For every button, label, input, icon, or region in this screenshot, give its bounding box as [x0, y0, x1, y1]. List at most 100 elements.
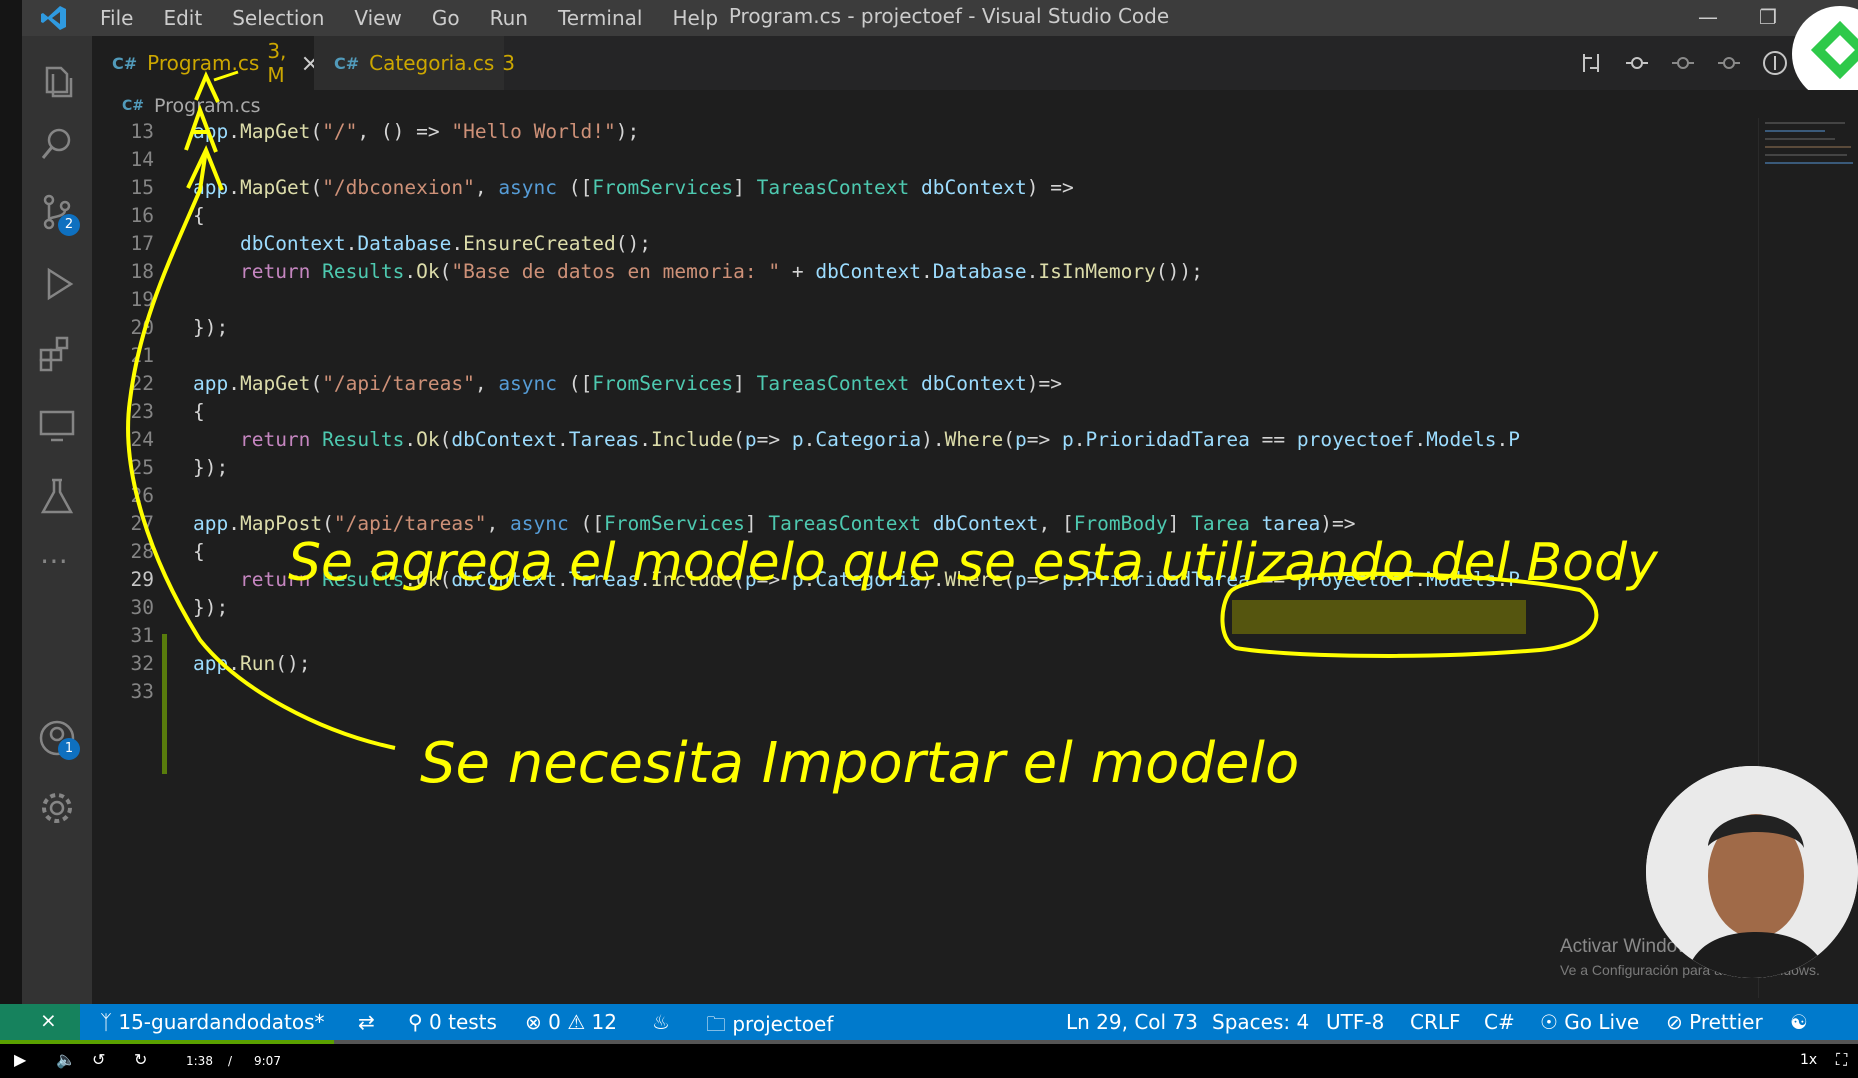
code-line[interactable]: 19 [92, 286, 1752, 314]
go-live-button[interactable]: ☉ Go Live [1540, 1010, 1639, 1034]
gear-icon[interactable] [37, 788, 77, 828]
tab-label: Program.cs [147, 51, 260, 75]
search-icon[interactable] [37, 124, 77, 164]
git-commit-icon[interactable] [1670, 50, 1696, 76]
code-line[interactable]: 28 { [92, 538, 1752, 566]
branch-status[interactable]: ᛉ 15-guardandodatos* [100, 1010, 325, 1034]
csharp-file-icon: C# [334, 53, 360, 73]
code-line[interactable]: 16 { [92, 202, 1752, 230]
green-diamond-icon [1810, 20, 1858, 80]
video-progress-bar[interactable] [0, 1040, 1858, 1044]
video-progress-fill [0, 1040, 335, 1044]
code-text: return Results.Ok(dbContext.Tareas.Inclu… [239, 568, 1521, 591]
remote-explorer-icon[interactable] [37, 406, 77, 446]
code-text: }); [193, 596, 229, 619]
breadcrumb-file[interactable]: Program.cs [154, 95, 261, 117]
explorer-icon[interactable] [37, 62, 77, 102]
feedback-icon[interactable]: ☯ [1790, 1010, 1808, 1034]
problems-status[interactable]: ⊗ 0 ⚠ 12 [525, 1010, 617, 1034]
rewind-icon[interactable]: ↺ [92, 1050, 105, 1069]
code-line[interactable]: 22 app.MapGet("/api/tareas", async ([From… [92, 370, 1752, 398]
errors-count: 0 [548, 1010, 561, 1034]
tests-status[interactable]: ⚲ 0 tests [408, 1010, 497, 1034]
fullscreen-icon[interactable]: ⛶ [1836, 1050, 1847, 1070]
code-line[interactable]: 14 [92, 146, 1752, 174]
code-text: app.MapGet("/dbconexion", async ([FromSe… [193, 176, 1074, 199]
folder-icon: 🗀 [706, 1012, 733, 1036]
remote-indicator[interactable]: ⨯ [0, 1004, 80, 1040]
go-live-label: Go Live [1564, 1010, 1640, 1034]
folder-status[interactable]: 🗀 projectoef [706, 1010, 833, 1044]
prettier-button[interactable]: ⊘ Prettier [1666, 1010, 1763, 1034]
warning-icon: ⚠ [560, 1010, 592, 1034]
csharp-file-icon: C# [122, 98, 145, 114]
code-line[interactable]: 20}); [92, 314, 1752, 342]
minimize-button[interactable]: — [1678, 0, 1738, 36]
line-number: 29 [130, 568, 154, 591]
code-line[interactable]: 29 return Results.Ok(dbContext.Tareas.In… [92, 566, 1752, 594]
line-number: 18 [130, 260, 154, 283]
code-line[interactable]: 13 app.MapGet("/", () => "Hello World!"); [92, 118, 1752, 146]
line-number: 22 [130, 372, 154, 395]
code-line[interactable]: 23 { [92, 398, 1752, 426]
run-debug-icon[interactable] [37, 264, 77, 304]
restore-button[interactable]: ❐ [1738, 0, 1798, 36]
more-icon[interactable]: ⋯ [40, 544, 68, 577]
code-line[interactable]: 32 app.Run(); [92, 650, 1752, 678]
forward-icon[interactable]: ↻ [134, 1050, 147, 1069]
tab-program-cs[interactable]: C# Program.cs 3, M × [92, 36, 321, 90]
presenter-image [1646, 766, 1858, 978]
tab-bar: C# Program.cs 3, M × C# Categoria.cs 3 [92, 36, 1858, 90]
code-editor[interactable]: 13 app.MapGet("/", () => "Hello World!");… [92, 118, 1758, 998]
line-number: 25 [130, 456, 154, 479]
indentation[interactable]: Spaces: 4 [1212, 1010, 1309, 1034]
code-line[interactable]: 26 [92, 482, 1752, 510]
current-time: 1:38 [186, 1054, 213, 1068]
code-line[interactable]: 25}); [92, 454, 1752, 482]
line-number: 14 [130, 148, 154, 171]
line-number: 30 [130, 596, 154, 619]
activity-bar: 2 ⋯ 1 [22, 36, 92, 1004]
code-line[interactable]: 18 return Results.Ok("Base de datos en m… [92, 258, 1752, 286]
language-mode[interactable]: C# [1484, 1010, 1515, 1034]
play-icon[interactable]: ▶ [14, 1050, 26, 1069]
compare-changes-icon[interactable] [1578, 50, 1604, 76]
branch-name: 15-guardandodatos* [118, 1010, 325, 1034]
line-number: 23 [130, 400, 154, 423]
git-commit-forward-icon[interactable] [1716, 50, 1742, 76]
line-number: 32 [130, 652, 154, 675]
code-line[interactable]: 21 [92, 342, 1752, 370]
left-strip [0, 0, 22, 1040]
playback-speed[interactable]: 1x [1800, 1052, 1817, 1068]
line-ending[interactable]: CRLF [1410, 1010, 1461, 1034]
git-commit-back-icon[interactable] [1624, 50, 1650, 76]
volume-icon[interactable]: 🔈 [56, 1050, 76, 1069]
accounts-badge: 1 [58, 738, 80, 760]
flame-icon[interactable]: ♨ [652, 1010, 670, 1034]
code-line[interactable]: 27 app.MapPost("/api/tareas", async ([Fro… [92, 510, 1752, 538]
broadcast-icon: ☉ [1540, 1010, 1565, 1034]
cursor-position[interactable]: Ln 29, Col 73 [1066, 1010, 1198, 1034]
window-title: Program.cs - projectoef - Visual Studio … [728, 4, 1170, 28]
git-lens-icon[interactable] [1762, 50, 1788, 76]
code-text: }); [193, 456, 229, 479]
encoding[interactable]: UTF-8 [1326, 1010, 1384, 1034]
code-line[interactable]: 24 return Results.Ok(dbContext.Tareas.In… [92, 426, 1752, 454]
code-line[interactable]: 17 dbContext.Database.EnsureCreated(); [92, 230, 1752, 258]
line-number: 16 [130, 204, 154, 227]
tab-categoria-cs[interactable]: C# Categoria.cs 3 [314, 36, 515, 90]
code-line[interactable]: 33 [92, 678, 1752, 706]
error-icon: ⊗ [525, 1010, 549, 1034]
prettier-icon: ⊘ [1666, 1010, 1690, 1034]
code-text: { [193, 540, 205, 563]
git-branch-icon: ᛉ [100, 1010, 119, 1034]
code-line[interactable]: 15 app.MapGet("/dbconexion", async ([From… [92, 174, 1752, 202]
line-number: 24 [130, 428, 154, 451]
extensions-icon[interactable] [37, 334, 77, 374]
code-line[interactable]: 31 [92, 622, 1752, 650]
line-number: 27 [130, 512, 154, 535]
code-line[interactable]: 30}); [92, 594, 1752, 622]
testing-icon[interactable] [37, 476, 77, 516]
sync-icon[interactable]: ⇄ [358, 1010, 375, 1034]
line-number: 21 [130, 344, 154, 367]
